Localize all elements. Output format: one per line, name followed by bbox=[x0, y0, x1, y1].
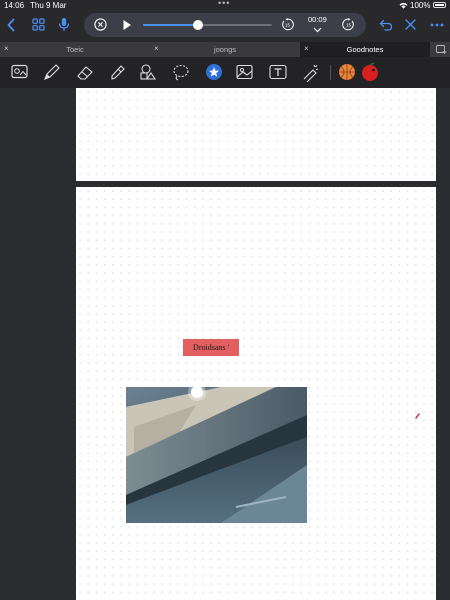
image-icon[interactable] bbox=[234, 62, 256, 82]
red-pen-mark bbox=[415, 413, 420, 419]
playback-scrubber[interactable] bbox=[193, 20, 204, 30]
text-box[interactable]: Droidsans ' bbox=[183, 339, 239, 356]
laser-pointer-icon[interactable] bbox=[299, 62, 321, 82]
playback-progress-fill bbox=[143, 24, 199, 26]
pen-icon[interactable] bbox=[40, 62, 62, 82]
playback-time: 00:09 bbox=[308, 15, 327, 24]
play-icon[interactable] bbox=[122, 19, 132, 31]
skip-forward-15-icon[interactable]: 15 bbox=[342, 18, 355, 31]
skip-back-15-icon[interactable]: 15 bbox=[281, 18, 294, 31]
tab-label: joongs bbox=[213, 45, 237, 54]
microphone-icon[interactable] bbox=[58, 17, 70, 32]
expand-chevron-icon[interactable] bbox=[313, 27, 322, 33]
new-tab-icon[interactable] bbox=[436, 45, 447, 54]
elements-icon[interactable] bbox=[203, 62, 225, 82]
skip-forward-label: 15 bbox=[346, 23, 352, 28]
tab-joongs[interactable]: × joongs bbox=[150, 42, 300, 57]
tool-bar bbox=[0, 57, 450, 88]
close-recording-icon[interactable] bbox=[94, 18, 107, 31]
tab-bar: × Toeic × joongs × Goodnotes bbox=[0, 42, 450, 57]
text-box-icon[interactable] bbox=[267, 62, 289, 82]
status-date: Thu 9 Mar bbox=[30, 1, 67, 10]
playback-progress-track[interactable] bbox=[143, 20, 272, 30]
skip-back-label: 15 bbox=[285, 23, 291, 28]
close-x-icon[interactable] bbox=[405, 19, 416, 30]
lasso-icon[interactable] bbox=[170, 62, 192, 82]
sticker-apple-icon[interactable] bbox=[359, 62, 381, 82]
multitasking-dots-icon[interactable]: ••• bbox=[218, 0, 230, 8]
highlighter-icon[interactable] bbox=[106, 62, 128, 82]
shapes-icon[interactable] bbox=[137, 62, 159, 82]
tab-toeic[interactable]: × Toeic bbox=[0, 42, 150, 57]
status-bar: 14:06 Thu 9 Mar ••• 100% bbox=[0, 0, 450, 11]
inserted-photo[interactable] bbox=[126, 387, 307, 523]
top-navigation: 15 00:09 15 bbox=[0, 11, 450, 42]
audio-player: 15 00:09 15 bbox=[84, 13, 366, 37]
status-time: 14:06 bbox=[4, 1, 25, 10]
image-text-icon[interactable] bbox=[9, 62, 31, 82]
tab-label: Toeic bbox=[66, 45, 84, 54]
eraser-icon[interactable] bbox=[74, 62, 96, 82]
undo-icon[interactable] bbox=[379, 19, 393, 31]
back-chevron-icon[interactable] bbox=[6, 18, 16, 32]
sticker-basketball-icon[interactable] bbox=[336, 62, 358, 82]
notebook-page-current[interactable]: Droidsans ' bbox=[76, 187, 436, 600]
toolbar-divider bbox=[330, 65, 331, 80]
battery-percent: 100% bbox=[410, 1, 431, 10]
wifi-icon bbox=[399, 2, 408, 9]
tab-label: Goodnotes bbox=[346, 45, 384, 54]
battery-icon bbox=[433, 2, 446, 8]
notebook-page-previous[interactable] bbox=[76, 88, 436, 181]
more-options-icon[interactable] bbox=[430, 23, 444, 27]
thumbnail-grid-icon[interactable] bbox=[32, 18, 45, 31]
tab-goodnotes[interactable]: × Goodnotes bbox=[300, 42, 430, 57]
